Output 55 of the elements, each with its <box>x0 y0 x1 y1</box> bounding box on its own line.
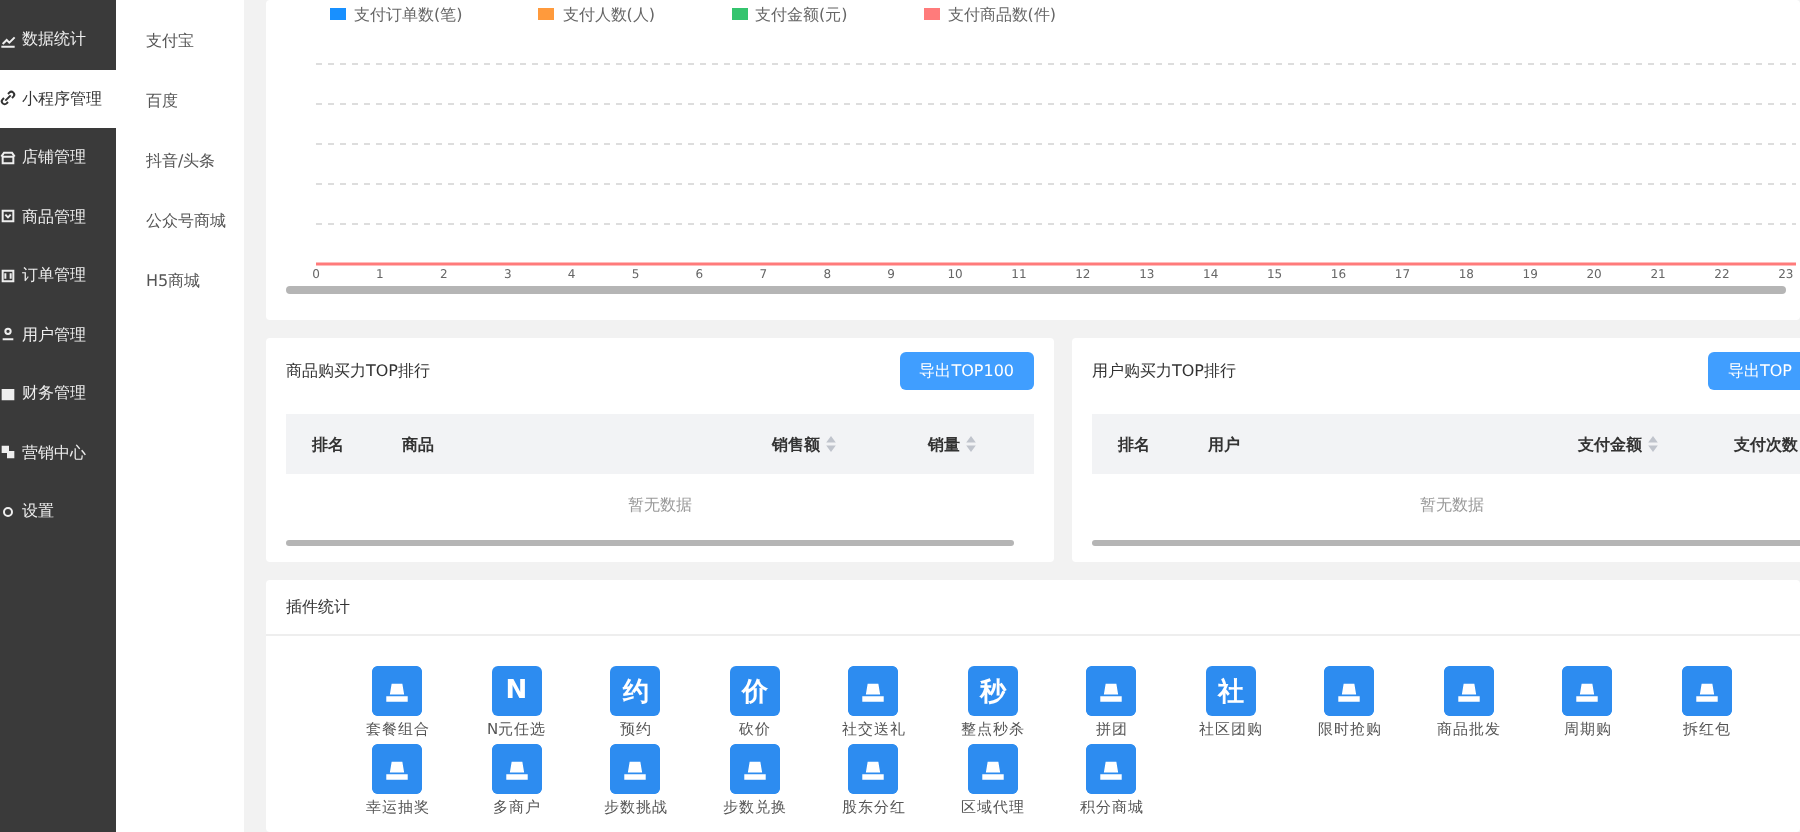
card-title: 用户购买力TOP排行 <box>1092 360 1237 382</box>
sidebar-item[interactable]: 店铺管理 <box>0 128 116 187</box>
box-icon <box>0 208 16 225</box>
sidebar-item[interactable]: 营销中心 <box>0 423 116 482</box>
column-header[interactable]: 商品 <box>402 433 434 455</box>
user-icon <box>0 326 16 343</box>
sidebar-item[interactable]: 数据统计 <box>0 10 116 69</box>
submenu-item[interactable]: 支付宝 <box>116 30 244 90</box>
scrollbar[interactable] <box>286 540 1014 546</box>
submenu-item[interactable]: 抖音/头条 <box>116 150 244 210</box>
plugin-icon[interactable] <box>729 744 780 794</box>
gear-icon <box>0 503 16 520</box>
plugin-icon[interactable] <box>372 666 423 716</box>
sidebar-item[interactable]: 财务管理 <box>0 364 116 423</box>
column-header[interactable]: 排名 <box>312 433 344 455</box>
plugin-icon[interactable] <box>1562 666 1613 716</box>
column-header[interactable]: 销售额 <box>772 433 820 455</box>
plugin-icon[interactable] <box>1086 666 1137 716</box>
plugin-icon[interactable] <box>967 744 1018 794</box>
plugin-icon[interactable] <box>848 666 899 716</box>
chart-icon <box>0 31 16 48</box>
column-header[interactable]: 用户 <box>1208 433 1240 455</box>
plugin-icon[interactable] <box>610 744 661 794</box>
card-title: 插件统计 <box>266 580 1800 636</box>
submenu-item[interactable]: 百度 <box>116 90 244 150</box>
sidebar-item[interactable]: 订单管理 <box>0 246 116 305</box>
empty-message: 暂无数据 <box>1418 494 1486 518</box>
plugin-icon[interactable] <box>1681 666 1732 716</box>
column-header[interactable]: 支付金额 <box>1578 433 1642 455</box>
plugin-icon[interactable] <box>1324 666 1375 716</box>
plugin-icon[interactable] <box>372 744 423 794</box>
sidebar-item[interactable]: 用户管理 <box>0 305 116 364</box>
column-header[interactable]: 支付次数 <box>1734 433 1798 455</box>
scrollbar[interactable] <box>286 286 1786 294</box>
empty-message: 暂无数据 <box>626 494 694 518</box>
card-title: 商品购买力TOP排行 <box>286 360 431 382</box>
scrollbar[interactable] <box>1092 540 1800 546</box>
legend-label: 支付订单数(笔) <box>354 3 463 25</box>
legend-label: 支付人数(人) <box>562 3 655 25</box>
shop-icon <box>0 149 16 166</box>
legend-label: 支付金额(元) <box>755 3 848 25</box>
list-icon <box>0 267 16 284</box>
column-header[interactable]: 排名 <box>1118 433 1150 455</box>
column-header[interactable]: 销量 <box>928 433 960 455</box>
plugin-icon[interactable] <box>1086 744 1137 794</box>
submenu-item[interactable]: 公众号商城 <box>116 210 244 270</box>
link-icon <box>0 90 16 107</box>
plugin-icon[interactable] <box>1443 666 1494 716</box>
plugin-icon[interactable] <box>491 744 542 794</box>
legend-label: 支付商品数(件) <box>947 3 1056 25</box>
plugin-icon[interactable] <box>848 744 899 794</box>
sidebar-item[interactable]: 小程序管理 <box>0 69 116 128</box>
submenu-item[interactable]: H5商城 <box>116 270 244 330</box>
sidebar-item[interactable]: 设置 <box>0 482 116 541</box>
sidebar-item[interactable]: 商品管理 <box>0 187 116 246</box>
